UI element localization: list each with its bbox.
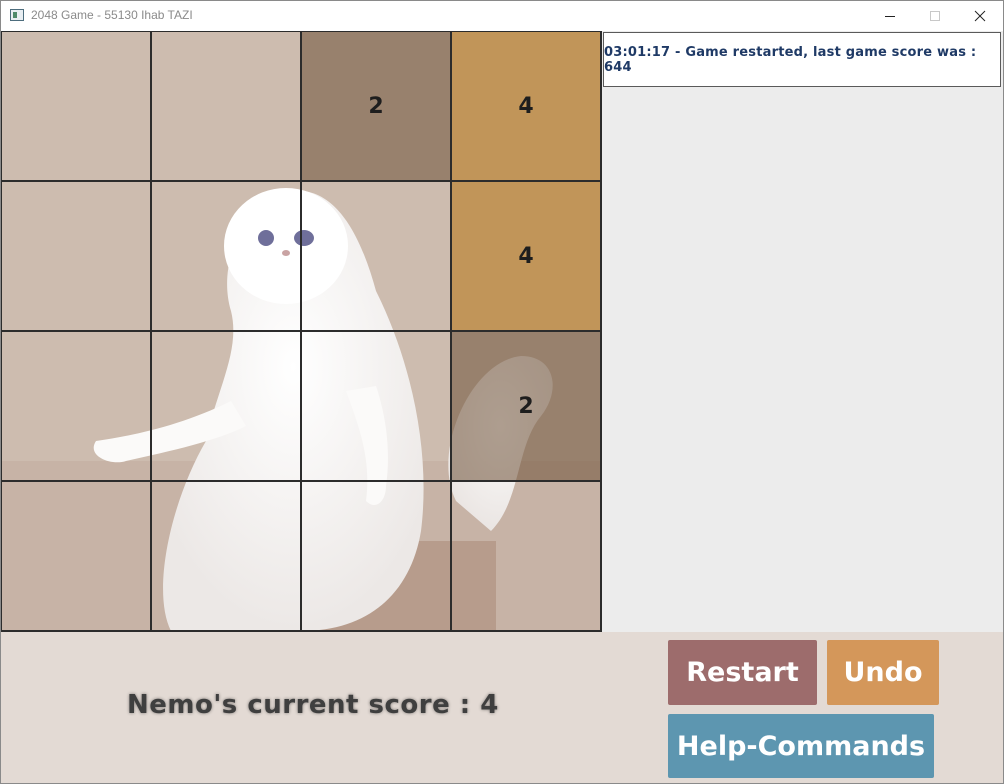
title-bar[interactable]: 2048 Game - 55130 Ihab TAZI: [1, 1, 1003, 31]
minimize-icon: [885, 16, 895, 17]
game-board[interactable]: 2 4 4 2: [1, 31, 602, 632]
tile-r2-c4: 4: [451, 181, 601, 331]
tile-r3-c3: [301, 331, 451, 481]
tile-r2-c3: [301, 181, 451, 331]
game-log-panel: 03:01:17 - Game restarted, last game sco…: [603, 32, 1001, 87]
tile-r1-c3: 2: [301, 31, 451, 181]
undo-button[interactable]: Undo: [827, 640, 939, 705]
tile-r3-c1: [1, 331, 151, 481]
minimize-button[interactable]: [867, 1, 913, 31]
tile-r1-c1: [1, 31, 151, 181]
app-window: 2048 Game - 55130 Ihab TAZI 2 4 4 2 03:0…: [0, 0, 1004, 784]
current-score: Nemo's current score : 4: [127, 690, 499, 720]
close-button[interactable]: [957, 1, 1003, 31]
tile-grid: 2 4 4 2: [1, 31, 601, 631]
tile-r2-c1: [1, 181, 151, 331]
tile-r1-c4: 4: [451, 31, 601, 181]
help-commands-button[interactable]: Help-Commands: [668, 714, 934, 778]
tile-r4-c1: [1, 481, 151, 631]
window-title: 2048 Game - 55130 Ihab TAZI: [31, 8, 193, 22]
maximize-button[interactable]: [912, 1, 958, 31]
maximize-icon: [930, 11, 940, 21]
restart-button[interactable]: Restart: [668, 640, 817, 705]
tile-r4-c4: [451, 481, 601, 631]
tile-r4-c2: [151, 481, 301, 631]
tile-r2-c2: [151, 181, 301, 331]
close-icon: [974, 10, 986, 22]
tile-r4-c3: [301, 481, 451, 631]
tile-r1-c2: [151, 31, 301, 181]
control-panel: Nemo's current score : 4 Restart Undo He…: [1, 632, 1003, 783]
tile-r3-c2: [151, 331, 301, 481]
tile-r3-c4: 2: [451, 331, 601, 481]
log-message: 03:01:17 - Game restarted, last game sco…: [604, 44, 977, 75]
app-icon: [10, 9, 24, 21]
